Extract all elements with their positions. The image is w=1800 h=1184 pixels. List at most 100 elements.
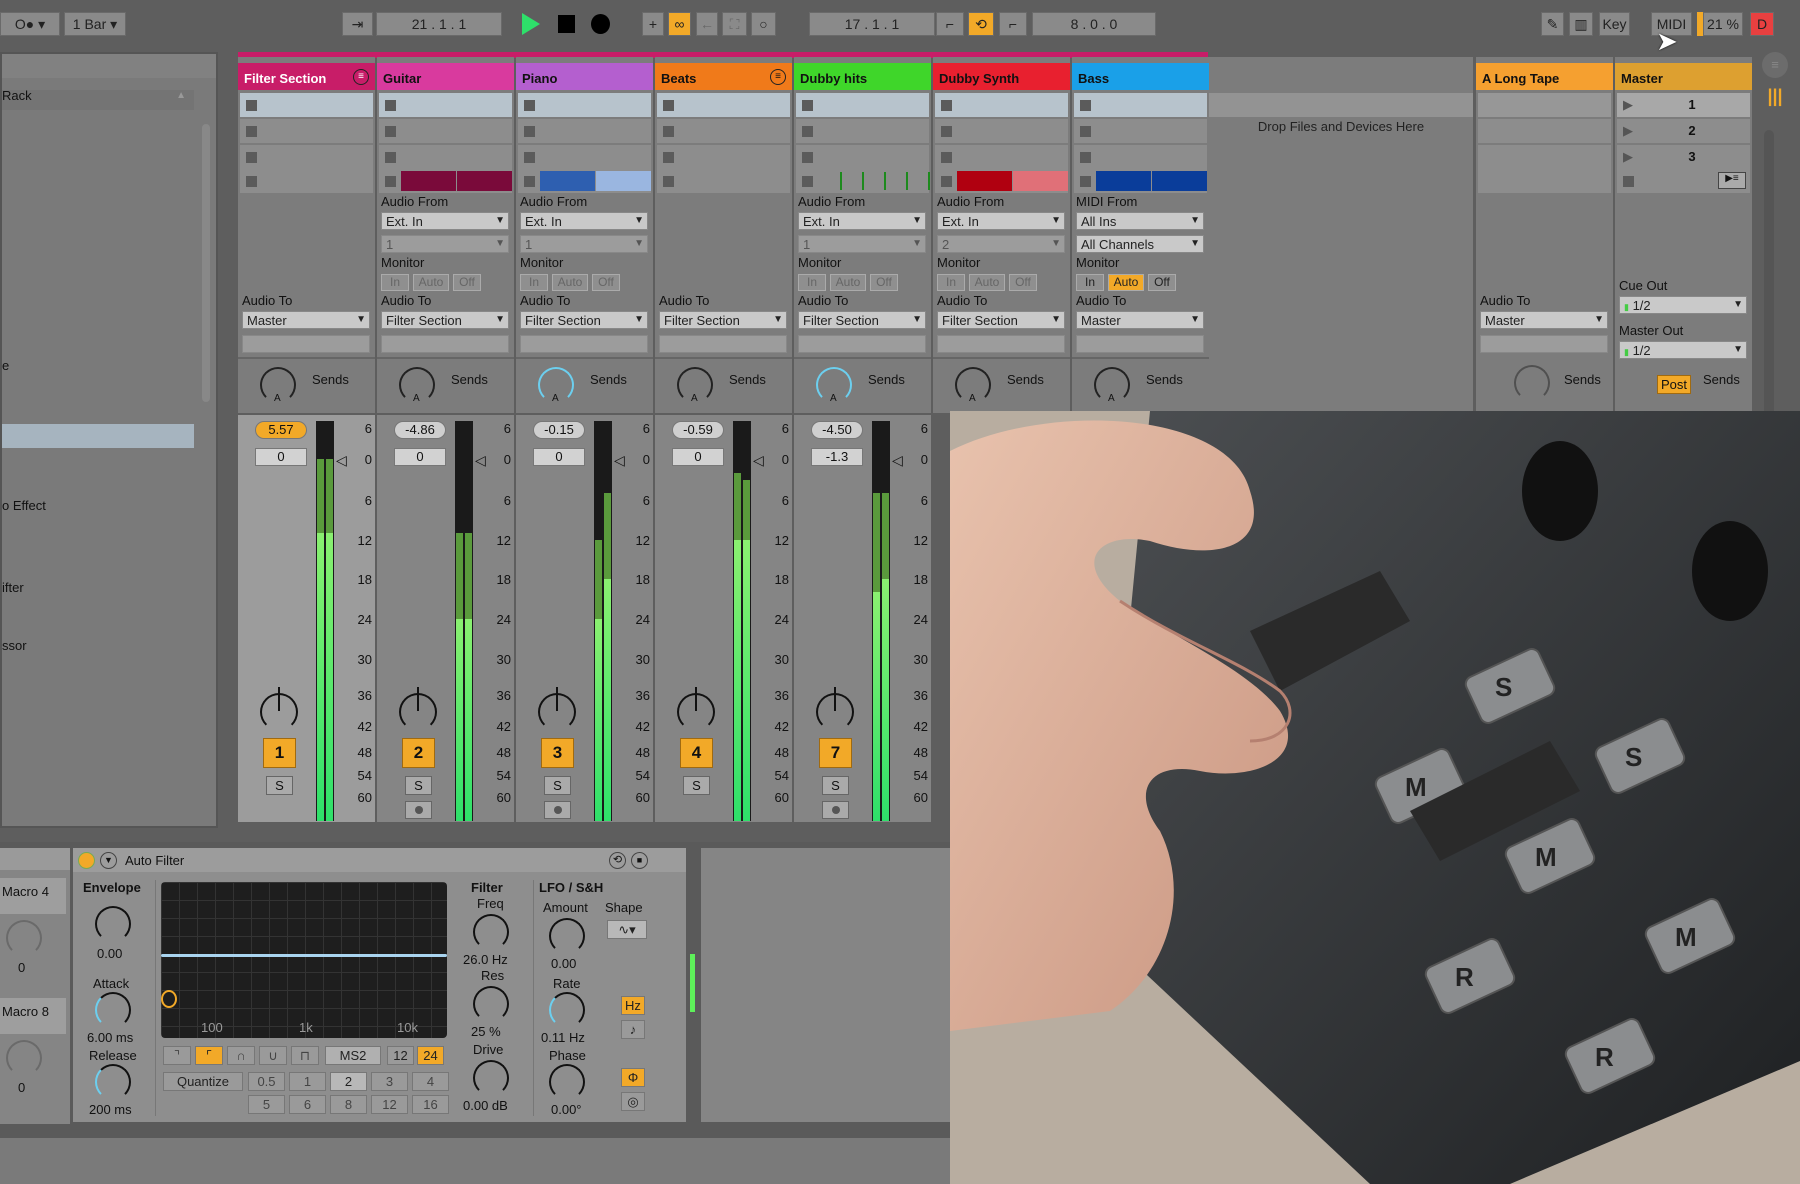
- clip-slot[interactable]: [1074, 93, 1207, 117]
- arm-record-button[interactable]: [822, 801, 849, 819]
- solo-button[interactable]: S: [544, 776, 571, 795]
- pan-value[interactable]: -1.3: [811, 448, 863, 466]
- loop-toggle-button[interactable]: ⟲: [968, 12, 994, 36]
- clip-slot[interactable]: [518, 119, 651, 143]
- output-channel-box[interactable]: [937, 335, 1065, 353]
- quantize-value-8[interactable]: 8: [330, 1095, 367, 1114]
- filter-cutoff-handle[interactable]: [161, 990, 177, 1008]
- audio-to-dropdown[interactable]: Filter Section ▼: [381, 311, 509, 329]
- clip-stop-button[interactable]: [802, 100, 813, 111]
- audio-to-dropdown[interactable]: Master ▼: [1076, 311, 1204, 329]
- clip-stop-button[interactable]: [941, 126, 952, 137]
- track-header[interactable]: Piano: [516, 63, 653, 90]
- lfo-phase-knob[interactable]: [549, 1064, 585, 1100]
- clip-slot[interactable]: [379, 93, 512, 117]
- clip-stop-button[interactable]: [385, 126, 396, 137]
- arrangement-position[interactable]: 21 . 1 . 1: [376, 12, 502, 36]
- stop-all-clips-button[interactable]: [1623, 176, 1634, 187]
- save-preset-icon[interactable]: ■: [631, 852, 648, 869]
- monitor-auto-button[interactable]: Auto: [969, 274, 1005, 291]
- scene-slot[interactable]: ▶ 1: [1617, 93, 1750, 117]
- monitor-off-button[interactable]: Off: [870, 274, 898, 291]
- slope-12-button[interactable]: 12: [387, 1046, 414, 1065]
- clip-slot[interactable]: [796, 169, 930, 193]
- audio-to-dropdown[interactable]: Filter Section ▼: [937, 311, 1065, 329]
- scene-slot[interactable]: ▶ 2: [1617, 119, 1750, 143]
- clip-slot[interactable]: [379, 119, 512, 143]
- volume-value[interactable]: 5.57: [255, 421, 307, 439]
- clip-stop-button[interactable]: [246, 152, 257, 163]
- clip-stop-button[interactable]: [802, 126, 813, 137]
- attack-knob[interactable]: [95, 992, 131, 1028]
- browser-item[interactable]: ifter: [2, 580, 24, 595]
- quantize-value-5[interactable]: 5: [248, 1095, 285, 1114]
- mixer-toggle-icon[interactable]: |||: [1764, 86, 1786, 108]
- output-channel-box[interactable]: [520, 335, 648, 353]
- pan-value[interactable]: 0: [533, 448, 585, 466]
- scene-launch-icon[interactable]: ▶: [1623, 123, 1633, 139]
- audio-to-dropdown[interactable]: Filter Section ▼: [798, 311, 926, 329]
- clip-stop-button[interactable]: [663, 176, 674, 187]
- clip-stop-button[interactable]: [802, 176, 813, 187]
- input-channel-dropdown[interactable]: 2 ▼: [937, 235, 1065, 253]
- clip[interactable]: [457, 171, 512, 191]
- clip-slot[interactable]: [657, 145, 790, 169]
- track-activator-button[interactable]: 7: [819, 738, 852, 768]
- group-fold-icon[interactable]: ≡: [353, 69, 369, 85]
- clip-stop-button[interactable]: [1080, 152, 1091, 163]
- solo-button[interactable]: S: [405, 776, 432, 795]
- input-channel-dropdown[interactable]: All Channels ▼: [1076, 235, 1204, 253]
- drive-knob[interactable]: [473, 1060, 509, 1096]
- clip-slot[interactable]: [518, 169, 651, 193]
- monitor-off-button[interactable]: Off: [1009, 274, 1037, 291]
- capture-button[interactable]: ⛶: [722, 12, 747, 36]
- output-channel-box[interactable]: [1076, 335, 1204, 353]
- macro-knob[interactable]: [6, 1040, 42, 1076]
- solo-button[interactable]: S: [683, 776, 710, 795]
- audio-to-dropdown[interactable]: Master ▼: [1480, 311, 1608, 329]
- loop-length[interactable]: 8 . 0 . 0: [1032, 12, 1156, 36]
- clip-stop-button[interactable]: [385, 100, 396, 111]
- clip-stop-button[interactable]: [246, 126, 257, 137]
- clip-stop-button[interactable]: [663, 152, 674, 163]
- follow-button[interactable]: ⇥: [342, 12, 373, 36]
- browser-item[interactable]: o Effect: [2, 498, 46, 513]
- clip-slot[interactable]: [935, 169, 1068, 193]
- clip[interactable]: [957, 171, 1012, 191]
- clip-slot[interactable]: [1478, 145, 1611, 169]
- clip-stop-button[interactable]: [524, 152, 535, 163]
- lfo-rate-knob[interactable]: [549, 992, 585, 1028]
- clip[interactable]: [596, 171, 651, 191]
- track-activator-button[interactable]: 2: [402, 738, 435, 768]
- scene-slot[interactable]: ▶ 3: [1617, 145, 1750, 169]
- input-channel-dropdown[interactable]: 1 ▼: [381, 235, 509, 253]
- volume-fader-arrow[interactable]: ◁: [753, 452, 764, 469]
- clip-slot[interactable]: [796, 145, 929, 169]
- lfo-spin-mode-button[interactable]: ◎: [621, 1092, 645, 1111]
- output-channel-box[interactable]: [798, 335, 926, 353]
- clip-stop-button[interactable]: [246, 176, 257, 187]
- monitor-off-button[interactable]: Off: [453, 274, 481, 291]
- clip-stop-button[interactable]: [1080, 100, 1091, 111]
- monitor-in-button[interactable]: In: [381, 274, 409, 291]
- quantize-value-0.5[interactable]: 0.5: [248, 1072, 285, 1091]
- clip-stop-button[interactable]: [663, 100, 674, 111]
- input-type-dropdown[interactable]: All Ins ▼: [1076, 212, 1204, 230]
- quantize-value-2[interactable]: 2: [330, 1072, 367, 1091]
- clip-slot[interactable]: [379, 145, 512, 169]
- lfo-phase-mode-button[interactable]: Φ: [621, 1068, 645, 1087]
- circuit-dropdown[interactable]: MS2: [325, 1046, 381, 1065]
- clip-stop-button[interactable]: [1080, 126, 1091, 137]
- computer-keyboard-icon[interactable]: ▥: [1569, 12, 1593, 36]
- monitor-auto-button[interactable]: Auto: [552, 274, 588, 291]
- clip-stop-button[interactable]: [385, 152, 396, 163]
- lfo-rate-hz-button[interactable]: Hz: [621, 996, 645, 1015]
- browser-scrollbar[interactable]: [202, 124, 210, 402]
- cue-out-dropdown[interactable]: ▮ 1/2 ▼: [1619, 296, 1747, 314]
- clip-stop-button[interactable]: [524, 100, 535, 111]
- clip-slot[interactable]: [657, 169, 790, 193]
- clip-slot[interactable]: [935, 93, 1068, 117]
- output-channel-box[interactable]: [242, 335, 370, 353]
- automation-arm-button[interactable]: ∞: [668, 12, 691, 36]
- clip-slot[interactable]: [518, 145, 651, 169]
